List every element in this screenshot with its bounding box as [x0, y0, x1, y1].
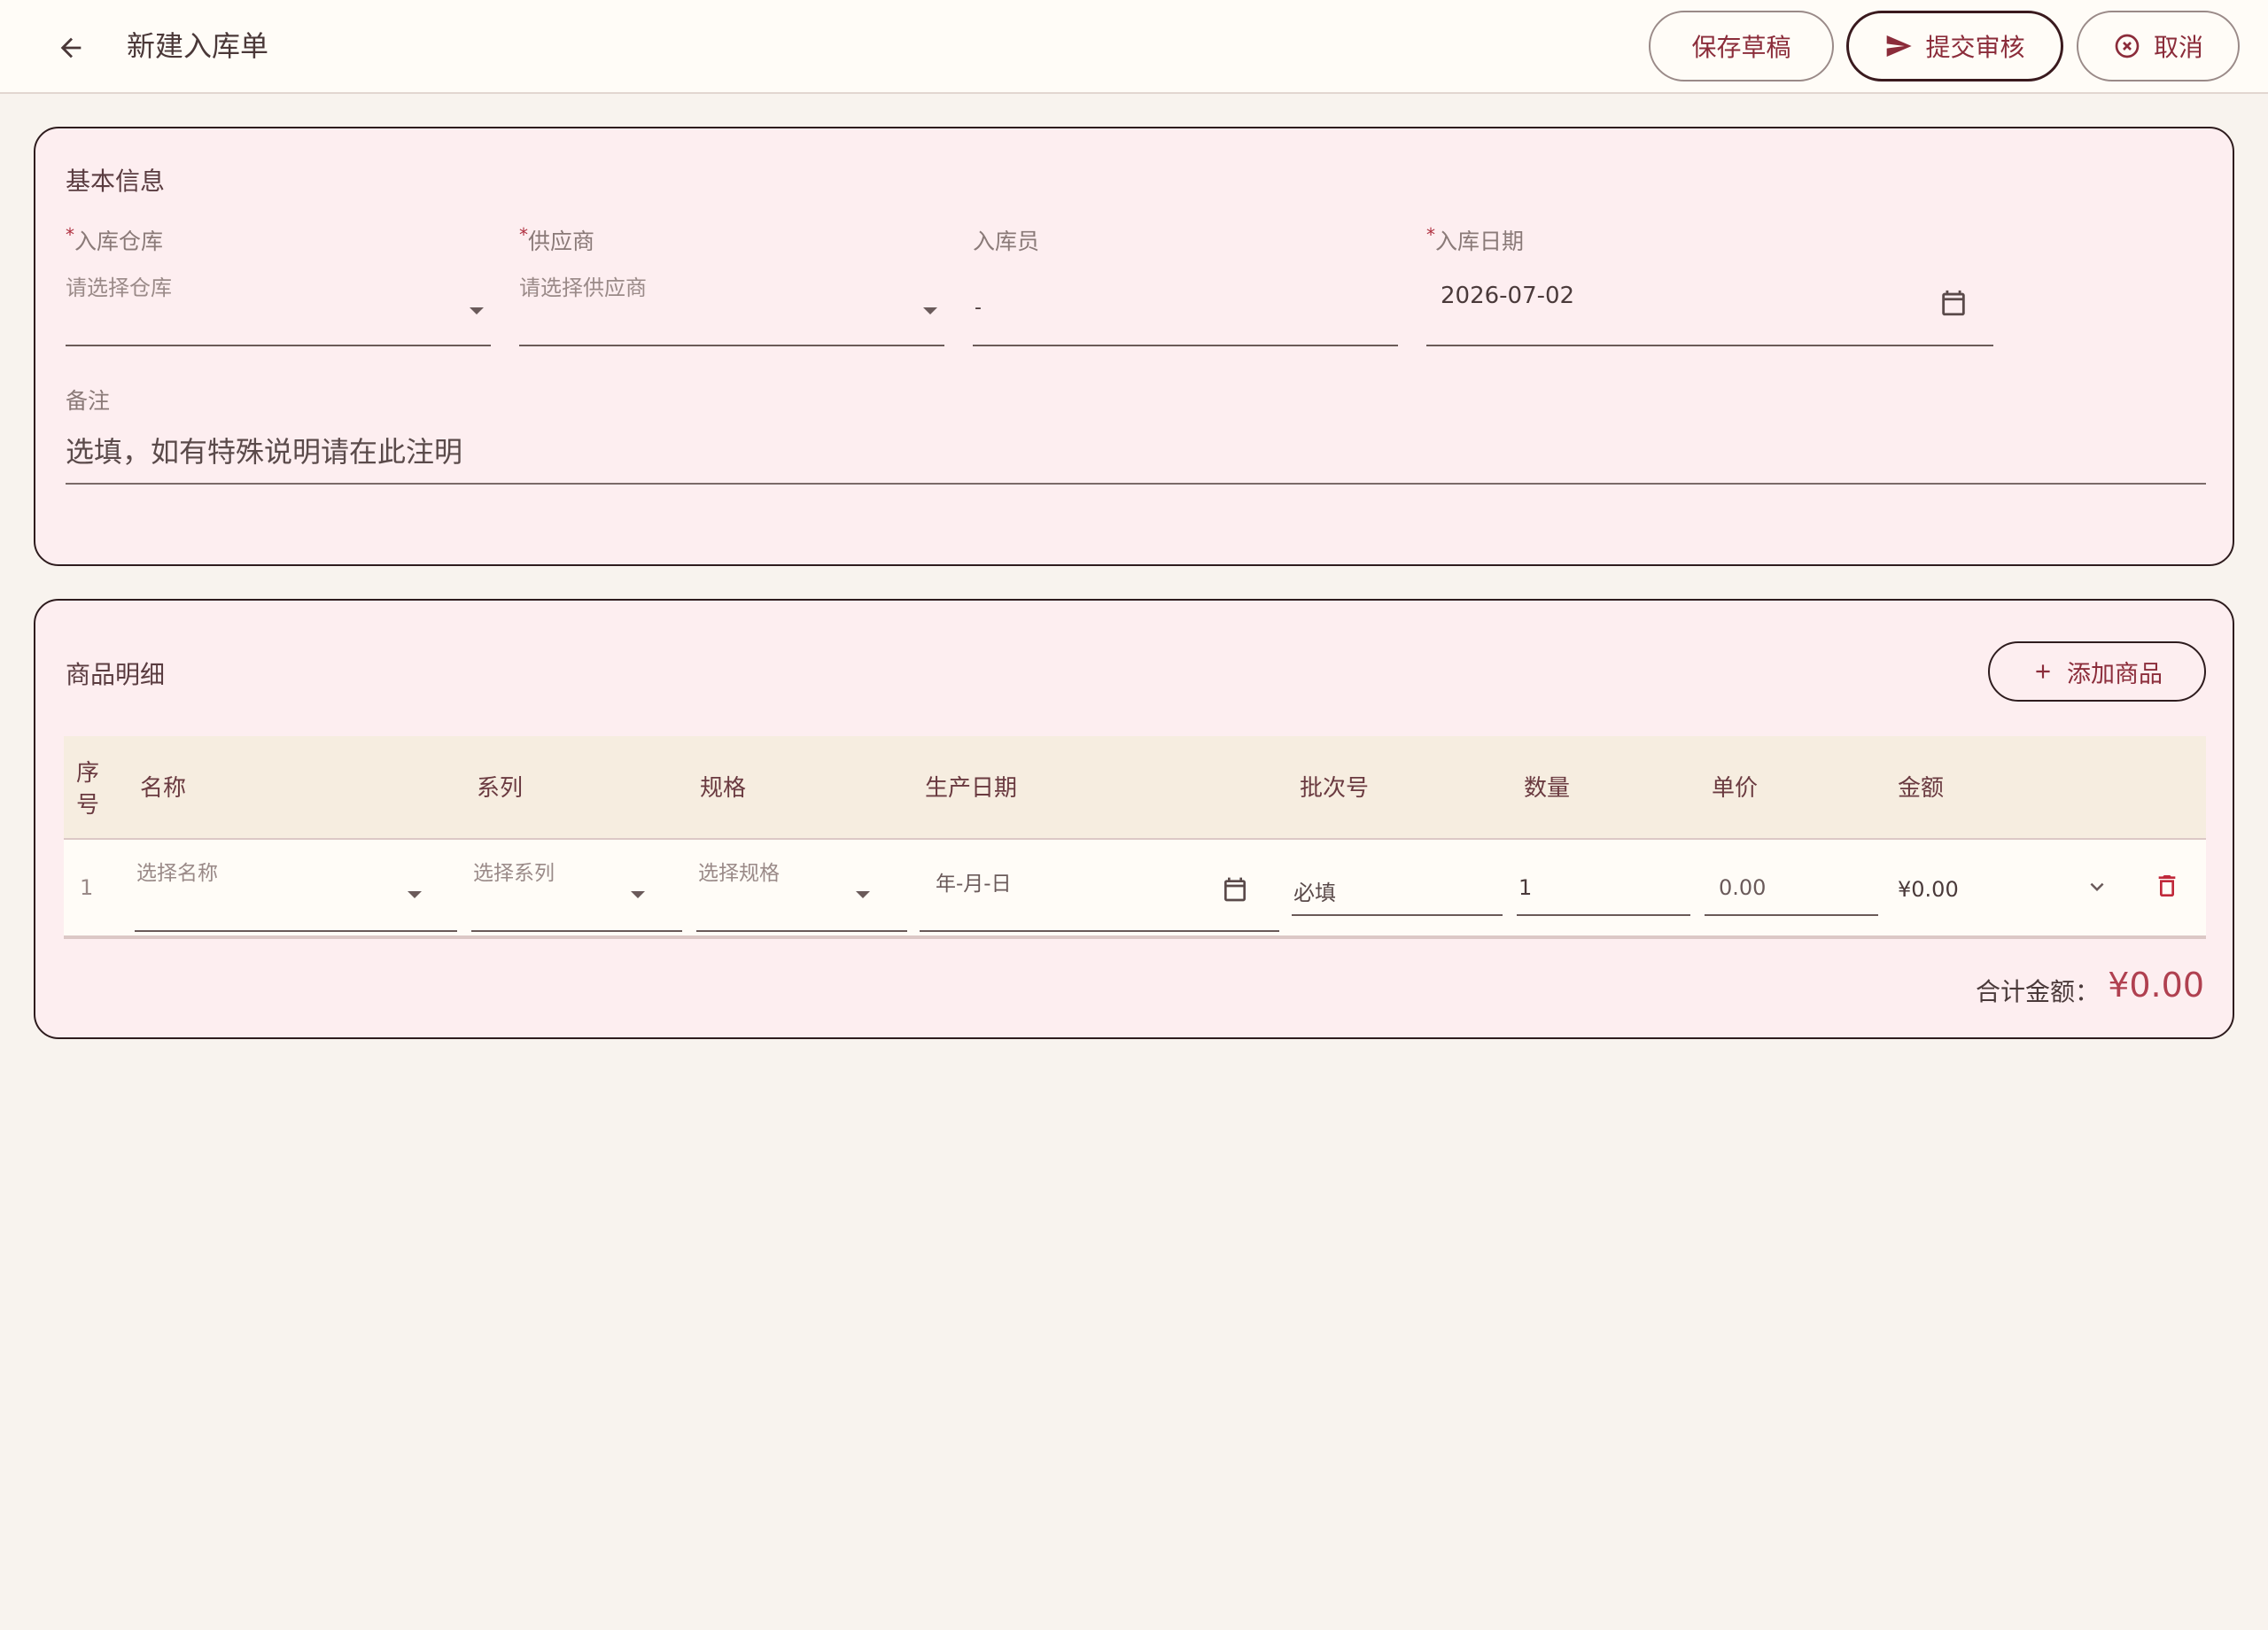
submit-review-button[interactable]: 提交审核	[1846, 11, 2063, 82]
operator-label: 入库员	[973, 229, 1040, 254]
operator-underline	[973, 345, 1398, 346]
warehouse-placeholder: 请选择仓库	[66, 276, 172, 300]
chevron-down-icon[interactable]	[2084, 873, 2110, 900]
send-icon	[1887, 35, 1913, 57]
cancel-circle-icon	[2115, 34, 2140, 58]
operator-value: -	[975, 297, 982, 319]
required-mark: *	[519, 224, 528, 245]
date-value: 2026-07-02	[1441, 283, 1575, 309]
batch-input[interactable]: 必填	[1292, 856, 1503, 916]
basic-info-title: 基本信息	[66, 167, 166, 196]
submit-review-label: 提交审核	[1925, 33, 2025, 62]
required-mark: *	[66, 224, 74, 245]
warehouse-select[interactable]: 请选择仓库	[66, 270, 491, 346]
operator-field: -	[973, 270, 1398, 346]
qty-underline	[1517, 914, 1690, 916]
remark-input[interactable]: 选填，如有特殊说明请在此注明	[35, 430, 2233, 518]
spec-placeholder: 选择规格	[698, 862, 780, 885]
cancel-label: 取消	[2153, 33, 2203, 62]
item-details-title: 商品明细	[66, 660, 166, 689]
supplier-label: *供应商	[519, 224, 594, 256]
dropdown-arrow-icon	[631, 891, 645, 898]
dropdown-arrow-icon	[408, 891, 422, 898]
back-button[interactable]	[48, 25, 94, 71]
prod-date-input[interactable]: 年-月-日	[920, 856, 1279, 932]
qty-input[interactable]: 1	[1517, 856, 1690, 916]
calendar-icon[interactable]	[1221, 875, 1249, 904]
total-label: 合计金额：	[1975, 977, 2100, 1006]
cancel-button[interactable]: 取消	[2077, 11, 2240, 82]
row-seq: 1	[80, 875, 94, 900]
series-underline	[471, 930, 682, 932]
date-input[interactable]: 2026-07-02	[1426, 270, 1993, 346]
supplier-select[interactable]: 请选择供应商	[519, 270, 944, 346]
warehouse-label: *入库仓库	[66, 224, 163, 256]
supplier-placeholder: 请选择供应商	[519, 276, 647, 300]
warehouse-label-text: 入库仓库	[74, 229, 164, 254]
col-price: 单价	[1712, 775, 1759, 802]
col-batch: 批次号	[1300, 775, 1370, 802]
required-mark: *	[1426, 224, 1435, 245]
plus-icon	[2036, 664, 2050, 679]
warehouse-underline	[66, 345, 491, 346]
qty-value: 1	[1518, 875, 1533, 900]
total-value: ¥0.00	[2108, 966, 2204, 1005]
spec-underline	[696, 930, 907, 932]
row-amount: ¥0.00	[1898, 877, 1959, 902]
col-amount: 金额	[1898, 775, 1945, 802]
col-spec: 规格	[700, 775, 747, 802]
items-table: 序号 名称 系列 规格 生产日期 批次号 数量 单价 金额 1 选择名称 选择系…	[64, 736, 2206, 939]
basic-info-card: 基本信息 *入库仓库 请选择仓库 *供应商 请选择供应商 入库员 - *入库日期…	[34, 127, 2234, 566]
remark-label: 备注	[66, 388, 111, 414]
table-header: 序号 名称 系列 规格 生产日期 批次号 数量 单价 金额	[64, 736, 2206, 840]
remark-underline	[66, 483, 2206, 485]
date-underline	[1426, 345, 1993, 346]
batch-underline	[1292, 914, 1503, 916]
name-placeholder: 选择名称	[136, 862, 218, 885]
col-name: 名称	[140, 775, 187, 802]
dropdown-arrow-icon	[923, 307, 937, 314]
dropdown-arrow-icon	[856, 891, 870, 898]
top-bar: 新建入库单 保存草稿 提交审核 取消	[0, 0, 2268, 94]
supplier-underline	[519, 345, 944, 346]
date-label: *入库日期	[1426, 224, 1524, 256]
batch-placeholder: 必填	[1293, 881, 1336, 905]
item-details-card: 商品明细 添加商品 序号 名称 系列 规格 生产日期 批次号 数量 单价 金额 …	[34, 599, 2234, 1039]
price-underline	[1705, 914, 1878, 916]
delete-icon[interactable]	[2153, 872, 2181, 900]
add-item-label: 添加商品	[2067, 660, 2163, 688]
dropdown-arrow-icon	[470, 307, 484, 314]
save-draft-button[interactable]: 保存草稿	[1649, 11, 1834, 82]
calendar-icon[interactable]	[1938, 288, 1969, 318]
page-title: 新建入库单	[127, 29, 269, 63]
prod-date-placeholder: 年-月-日	[936, 873, 1012, 896]
table-row: 1 选择名称 选择系列 选择规格 年-月-日 必填 1 0.00 ¥0.00	[64, 840, 2206, 939]
save-draft-label: 保存草稿	[1691, 33, 1791, 62]
col-prod-date: 生产日期	[925, 775, 1018, 802]
col-qty: 数量	[1524, 775, 1571, 802]
series-select[interactable]: 选择系列	[471, 856, 682, 932]
col-seq: 序号	[76, 760, 100, 819]
remark-placeholder: 选填，如有特殊说明请在此注明	[66, 435, 463, 469]
price-input[interactable]: 0.00	[1705, 856, 1878, 916]
price-placeholder: 0.00	[1719, 875, 1767, 900]
name-select[interactable]: 选择名称	[135, 856, 457, 932]
prod-date-underline	[920, 930, 1279, 932]
spec-select[interactable]: 选择规格	[696, 856, 907, 932]
date-label-text: 入库日期	[1435, 229, 1525, 254]
series-placeholder: 选择系列	[473, 862, 555, 885]
supplier-label-text: 供应商	[528, 229, 595, 254]
arrow-left-icon	[60, 37, 82, 58]
col-series: 系列	[477, 775, 524, 802]
name-underline	[135, 930, 457, 932]
add-item-button[interactable]: 添加商品	[1988, 641, 2206, 702]
